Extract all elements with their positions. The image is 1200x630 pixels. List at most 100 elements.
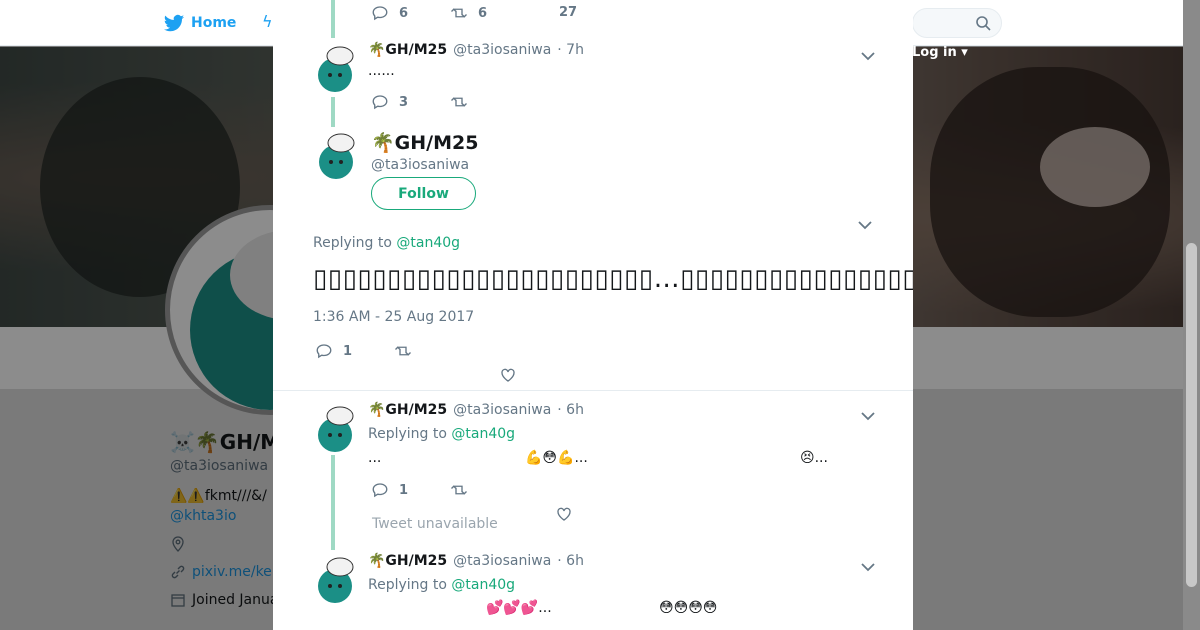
reply-button[interactable]: 1 [371, 481, 408, 499]
chevron-down-icon[interactable] [861, 46, 875, 61]
divider [273, 390, 913, 391]
link-icon [171, 565, 185, 579]
like-button[interactable]: 27 [559, 5, 577, 20]
retweet-button[interactable] [394, 342, 412, 360]
reply-icon [372, 483, 388, 498]
like-button[interactable] [499, 366, 517, 384]
profile-website[interactable]: pixiv.me/ke [170, 564, 280, 580]
reply-icon [316, 344, 332, 359]
tweet-time[interactable]: · 7h [557, 42, 584, 58]
tweet-author-handle[interactable]: @ta3iosaniwa [453, 553, 551, 569]
lightning-icon[interactable]: ϟ [262, 12, 273, 31]
reply-count: 1 [343, 343, 353, 359]
retweet-icon [395, 346, 411, 356]
tweet-text: ...... [368, 63, 395, 79]
reply-count: 1 [399, 482, 409, 498]
focus-tweet-text: ▯▯▯▯▯▯▯▯▯▯▯▯▯▯▯▯▯▯▯▯▯▯▯…▯▯▯▯▯▯▯▯▯▯▯▯▯▯▯▯… [313, 264, 913, 294]
replying-prefix: Replying to [368, 426, 447, 442]
avatar[interactable] [310, 42, 360, 92]
retweet-count: 6 [478, 5, 488, 21]
profile-handle: @ta3iosaniwa [170, 458, 269, 474]
reply-icon [372, 95, 388, 110]
chevron-down-icon[interactable] [858, 215, 872, 230]
focus-author-name[interactable]: 🌴GH/M25 [371, 131, 478, 154]
profile-name: ☠️🌴GH/M [170, 430, 280, 454]
like-button[interactable] [555, 505, 573, 523]
retweet-button[interactable]: 6 [450, 4, 487, 22]
avatar-image [311, 129, 361, 179]
tweet-time[interactable]: · 6h [557, 553, 584, 569]
heart-icon [501, 368, 515, 382]
focus-replying-to: Replying to @tan40g [313, 235, 460, 251]
tweet-text-part: 😳😳😳😳 [659, 600, 718, 616]
avatar-image [310, 42, 360, 92]
avatar-image [310, 402, 360, 452]
replying-to: Replying to @tan40g [368, 426, 515, 442]
thread-line [331, 0, 335, 38]
tweet-author-handle[interactable]: @ta3iosaniwa [453, 402, 551, 418]
tweet-author-name[interactable]: 🌴GH/M25 [368, 402, 447, 418]
tweet-modal: 6 6 27 🌴GH/M25 @ta3iosaniwa · 7h ...... … [273, 0, 913, 630]
focus-avatar[interactable] [311, 129, 361, 179]
page-scrollbar[interactable] [1183, 0, 1200, 630]
retweet-icon [451, 485, 467, 495]
heart-icon [557, 507, 571, 521]
avatar[interactable] [310, 553, 360, 603]
retweet-button[interactable] [450, 93, 468, 111]
focus-timestamp[interactable]: 1:36 AM - 25 Aug 2017 [313, 309, 474, 325]
profile-bio: ⚠️⚠️fkmt///&/ [170, 488, 267, 504]
reply-count: 3 [399, 94, 409, 110]
chevron-down-icon[interactable] [861, 406, 875, 421]
tweet-header: 🌴GH/M25 @ta3iosaniwa · 6h [368, 553, 584, 569]
avatar[interactable] [310, 402, 360, 452]
thread-line [331, 455, 335, 550]
profile-location [170, 536, 280, 552]
tweet-text-part: 💕💕💕... [486, 600, 552, 616]
chevron-down-icon[interactable] [861, 557, 875, 572]
nav-home-link[interactable]: Home [163, 12, 236, 34]
tweet-header: 🌴GH/M25 @ta3iosaniwa · 7h [368, 42, 584, 58]
tweet-author-name[interactable]: 🌴GH/M25 [368, 42, 447, 58]
tweet-author-name[interactable]: 🌴GH/M25 [368, 553, 447, 569]
tweet-unavailable-notice: Tweet unavailable [372, 516, 498, 532]
close-icon[interactable]: ✕ [1152, 9, 1180, 39]
replying-mention-link[interactable]: @tan40g [451, 577, 515, 593]
replying-mention-link[interactable]: @tan40g [396, 235, 460, 251]
reply-count: 6 [399, 5, 409, 21]
tweet-author-handle[interactable]: @ta3iosaniwa [453, 42, 551, 58]
focus-author-handle[interactable]: @ta3iosaniwa [371, 157, 469, 173]
follow-button[interactable]: Follow [371, 177, 476, 210]
reply-icon [372, 6, 388, 21]
profile-website-label: pixiv.me/ke [192, 564, 272, 580]
calendar-icon [171, 594, 185, 607]
replying-mention-link[interactable]: @tan40g [451, 426, 515, 442]
avatar-image [310, 553, 360, 603]
login-label: Log in [912, 45, 957, 60]
retweet-button[interactable] [450, 481, 468, 499]
replying-to: Replying to @tan40g [368, 577, 515, 593]
nav-home-label: Home [191, 15, 237, 31]
tweet-time[interactable]: · 6h [557, 402, 584, 418]
twitter-bird-icon [163, 14, 185, 32]
reply-button[interactable]: 3 [371, 93, 408, 111]
search-input[interactable] [912, 8, 1002, 38]
profile-joined-label: Joined Janua [192, 592, 279, 608]
thread-line [331, 97, 335, 127]
tweet-header: 🌴GH/M25 @ta3iosaniwa · 6h [368, 402, 584, 418]
reply-button[interactable]: 6 [371, 4, 408, 22]
like-count: 27 [559, 5, 578, 20]
profile-joined: Joined Janua [170, 592, 280, 608]
profile-mention-link[interactable]: @khta3io [170, 508, 280, 524]
retweet-icon [451, 8, 467, 18]
retweet-icon [451, 97, 467, 107]
replying-prefix: Replying to [313, 235, 392, 251]
tweet-text-part: ... [368, 450, 382, 466]
replying-prefix: Replying to [368, 577, 447, 593]
profile-card: ☠️🌴GH/M @ta3iosaniwa ⚠️⚠️fkmt///&/ @khta… [170, 430, 280, 608]
page-scroll-thumb[interactable] [1186, 243, 1197, 587]
reply-button[interactable]: 1 [315, 342, 352, 360]
location-icon [172, 536, 184, 552]
tweet-text-part: 💪😳💪... [525, 450, 588, 466]
tweet-text-part: 😣... [800, 450, 828, 466]
login-link[interactable]: Log in ▾ [912, 45, 968, 60]
